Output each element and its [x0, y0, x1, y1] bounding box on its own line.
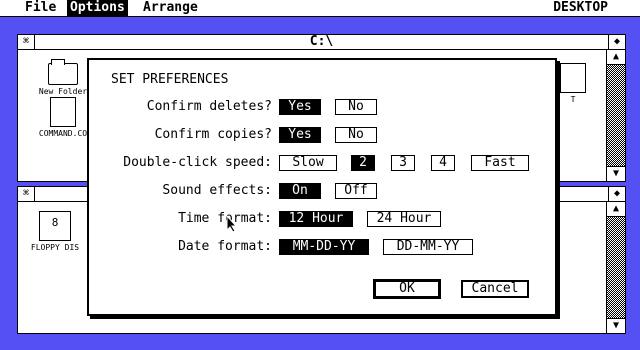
double-click-2[interactable]: 2 [351, 155, 375, 171]
date-format-label: Date format: [178, 239, 272, 254]
window-titlebar[interactable]: ⌘ C:\ ◆ [18, 35, 625, 50]
icon-label: New Folder [38, 87, 88, 96]
double-click-label: Double-click speed: [123, 155, 272, 170]
time-12-hour[interactable]: 12 Hour [279, 211, 353, 227]
full-box-icon[interactable]: ◆ [608, 187, 625, 201]
double-click-4[interactable]: 4 [431, 155, 455, 171]
confirm-copies-no[interactable]: No [335, 127, 377, 143]
scroll-track[interactable] [607, 65, 625, 166]
sound-on[interactable]: On [279, 183, 321, 199]
mouse-pointer-icon [226, 215, 238, 233]
confirm-deletes-no[interactable]: No [335, 99, 377, 115]
scroll-up-icon[interactable]: ▲ [607, 202, 625, 217]
menu-file[interactable]: File [22, 0, 59, 16]
scroll-down-icon[interactable]: ▼ [607, 318, 625, 333]
menu-bar: File Options Arrange DESKTOP [0, 0, 640, 17]
confirm-copies-yes[interactable]: Yes [279, 127, 321, 143]
menu-options[interactable]: Options [67, 0, 128, 16]
vertical-scrollbar[interactable]: ▲ ▼ [606, 50, 625, 181]
set-preferences-dialog: SET PREFERENCES Confirm deletes? Yes No … [87, 58, 557, 316]
cancel-button[interactable]: Cancel [461, 280, 529, 298]
window-title: C:\ [309, 34, 334, 49]
date-dd-mm-yy[interactable]: DD-MM-YY [383, 239, 473, 255]
icon-label: COMMAND.CO [38, 129, 88, 138]
double-click-fast[interactable]: Fast [471, 155, 529, 171]
double-click-slow[interactable]: Slow [279, 155, 337, 171]
floppy-drive-icon[interactable]: FLOPPY DIS [20, 211, 90, 253]
time-24-hour[interactable]: 24 Hour [367, 211, 441, 227]
icon-label: FLOPPY DIS [30, 243, 80, 252]
confirm-deletes-yes[interactable]: Yes [279, 99, 321, 115]
dialog-title: SET PREFERENCES [111, 72, 229, 87]
sound-off[interactable]: Off [335, 183, 377, 199]
desktop-title: DESKTOP [553, 0, 608, 15]
ok-button[interactable]: OK [373, 279, 441, 299]
confirm-deletes-label: Confirm deletes? [146, 99, 272, 114]
vertical-scrollbar[interactable]: ▲ ▼ [606, 202, 625, 333]
double-click-3[interactable]: 3 [391, 155, 415, 171]
icon-label: T [570, 95, 576, 104]
date-mm-dd-yy[interactable]: MM-DD-YY [279, 239, 369, 255]
full-box-icon[interactable]: ◆ [608, 35, 625, 49]
sound-effects-label: Sound effects: [162, 183, 272, 198]
close-box-icon[interactable]: ⌘ [18, 187, 35, 201]
confirm-copies-label: Confirm copies? [154, 127, 272, 142]
scroll-down-icon[interactable]: ▼ [607, 166, 625, 181]
scroll-track[interactable] [607, 217, 625, 318]
menu-arrange[interactable]: Arrange [140, 0, 201, 16]
scroll-up-icon[interactable]: ▲ [607, 50, 625, 65]
